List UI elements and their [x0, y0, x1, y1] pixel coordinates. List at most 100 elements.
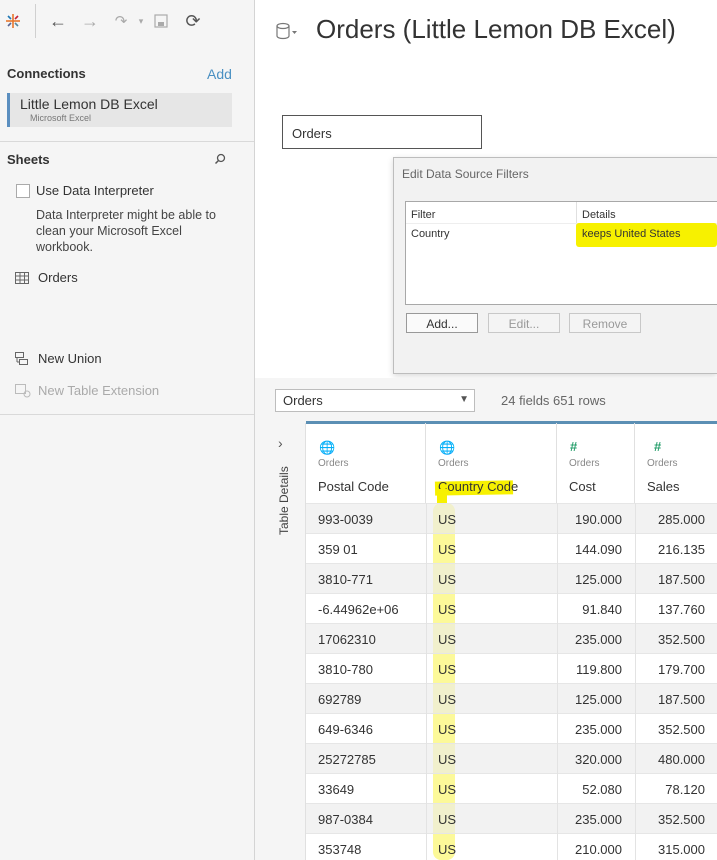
- redo-icon[interactable]: ↷: [110, 10, 132, 32]
- globe-icon: 🌐: [319, 440, 336, 455]
- column-header-postal-code[interactable]: 🌐 Orders Postal Code: [306, 423, 426, 503]
- table-row[interactable]: 359 01 US 144.090 216.135: [306, 533, 717, 563]
- table-cell: 993-0039: [318, 512, 373, 527]
- column-name: Sales: [647, 479, 680, 494]
- connections-heading: Connections: [7, 66, 86, 81]
- details-column-header: Details: [582, 209, 616, 221]
- table-cell: 17062310: [318, 632, 376, 647]
- tableau-logo-icon[interactable]: [2, 10, 24, 32]
- sheet-item-orders[interactable]: Orders: [38, 270, 78, 285]
- table-cell: 187.500: [658, 572, 705, 587]
- table-row[interactable]: -6.44962e+06 US 91.840 137.760: [306, 593, 717, 623]
- table-cell: 235.000: [575, 632, 622, 647]
- table-cell: -6.44962e+06: [318, 602, 399, 617]
- filter-list: Filter Details Country keeps United Stat…: [405, 201, 717, 305]
- column-header-sales[interactable]: # Orders Sales: [635, 423, 717, 503]
- new-table-extension-item[interactable]: New Table Extension: [38, 383, 159, 398]
- remove-filter-button[interactable]: Remove: [569, 313, 641, 333]
- edit-filter-button[interactable]: Edit...: [488, 313, 560, 333]
- page-title[interactable]: Orders (Little Lemon DB Excel): [316, 14, 676, 45]
- column-name: Country Code: [438, 479, 519, 494]
- table-cell: 359 01: [318, 542, 358, 557]
- table-details-label[interactable]: Table Details: [277, 466, 291, 535]
- table-row[interactable]: 17062310 US 235.000 352.500: [306, 623, 717, 653]
- save-icon[interactable]: [150, 10, 172, 32]
- table-cell: US: [438, 572, 457, 587]
- add-filter-button[interactable]: Add...: [406, 313, 478, 333]
- table-cell: 692789: [318, 692, 362, 707]
- table-select[interactable]: Orders ▼: [275, 389, 475, 412]
- table-extension-icon: [15, 384, 31, 403]
- table-cell: US: [438, 782, 457, 797]
- table-cell: US: [438, 812, 457, 827]
- table-cell: 78.120: [665, 782, 705, 797]
- sheets-heading: Sheets: [7, 152, 50, 167]
- table-row[interactable]: 3810-780 US 119.800 179.700: [306, 653, 717, 683]
- use-interpreter-label: Use Data Interpreter: [36, 183, 154, 198]
- connection-name: Little Lemon DB Excel: [20, 96, 158, 112]
- table-cell: US: [438, 542, 457, 557]
- table-cell: US: [438, 752, 457, 767]
- forward-arrow-icon[interactable]: →: [79, 10, 101, 32]
- table-row[interactable]: 353748 US 210.000 315.000: [306, 833, 717, 860]
- column-source: Orders: [647, 458, 678, 469]
- table-cell: 352.500: [658, 722, 705, 737]
- table-row[interactable]: 33649 US 52.080 78.120: [306, 773, 717, 803]
- filter-column-header: Filter: [411, 209, 436, 221]
- table-cell: 190.000: [575, 512, 622, 527]
- back-arrow-icon[interactable]: ←: [47, 10, 69, 32]
- table-row[interactable]: 987-0384 US 235.000 352.500: [306, 803, 717, 833]
- table-cell: 649-6346: [318, 722, 373, 737]
- hash-icon: #: [654, 439, 662, 454]
- table-row[interactable]: 649-6346 US 235.000 352.500: [306, 713, 717, 743]
- table-cell: US: [438, 662, 457, 677]
- connection-type: Microsoft Excel: [30, 113, 92, 123]
- table-cell: 216.135: [658, 542, 705, 557]
- canvas-table-orders[interactable]: Orders: [282, 115, 482, 149]
- table-row[interactable]: 993-0039 US 190.000 285.000: [306, 503, 717, 533]
- filter-row-name[interactable]: Country: [411, 228, 450, 240]
- datasource-icon[interactable]: [276, 22, 298, 47]
- edit-filters-dialog: Edit Data Source Filters Filter Details …: [393, 157, 717, 374]
- table-cell: 137.760: [658, 602, 705, 617]
- table-cell: 144.090: [575, 542, 622, 557]
- fields-info: 24 fields 651 rows: [501, 393, 606, 408]
- column-name: Postal Code: [318, 479, 389, 494]
- table-row[interactable]: 692789 US 125.000 187.500: [306, 683, 717, 713]
- table-icon: [15, 271, 29, 289]
- table-cell: 353748: [318, 842, 362, 857]
- column-header-cost[interactable]: # Orders Cost: [557, 423, 635, 503]
- search-icon[interactable]: [214, 152, 226, 170]
- column-name: Cost: [569, 479, 596, 494]
- table-row[interactable]: 3810-771 US 125.000 187.500: [306, 563, 717, 593]
- table-cell: 52.080: [582, 782, 622, 797]
- toolbar: ← → ↷ ▾ ⟳: [0, 0, 254, 44]
- left-panel: ← → ↷ ▾ ⟳ Connections Add Little Lemon D…: [0, 0, 255, 860]
- table-row[interactable]: 25272785 US 320.000 480.000: [306, 743, 717, 773]
- column-source: Orders: [318, 458, 349, 469]
- table-cell: 352.500: [658, 632, 705, 647]
- table-cell: US: [438, 602, 457, 617]
- chevron-down-icon: ▼: [459, 394, 469, 405]
- table-cell: 125.000: [575, 572, 622, 587]
- table-cell: 3810-771: [318, 572, 373, 587]
- refresh-icon[interactable]: ⟳: [182, 10, 204, 32]
- expand-chevron-icon[interactable]: ›: [278, 435, 283, 451]
- data-grid: 🌐 Orders Postal Code 🌐 Orders Country Co…: [306, 423, 717, 860]
- globe-icon: 🌐: [439, 440, 456, 455]
- redo-dropdown-icon[interactable]: ▾: [130, 10, 152, 32]
- filter-row-details[interactable]: keeps United States: [582, 228, 680, 240]
- table-cell: 179.700: [658, 662, 705, 677]
- table-cell: 187.500: [658, 692, 705, 707]
- new-union-item[interactable]: New Union: [38, 351, 102, 366]
- table-cell: US: [438, 692, 457, 707]
- table-cell: 352.500: [658, 812, 705, 827]
- use-interpreter-checkbox[interactable]: [16, 184, 30, 198]
- column-source: Orders: [569, 458, 600, 469]
- connection-item[interactable]: Little Lemon DB Excel Microsoft Excel: [7, 93, 232, 127]
- union-icon: [15, 352, 29, 371]
- add-connection-link[interactable]: Add: [207, 66, 232, 82]
- hash-icon: #: [570, 439, 578, 454]
- table-cell: 33649: [318, 782, 355, 797]
- table-cell: 320.000: [575, 752, 622, 767]
